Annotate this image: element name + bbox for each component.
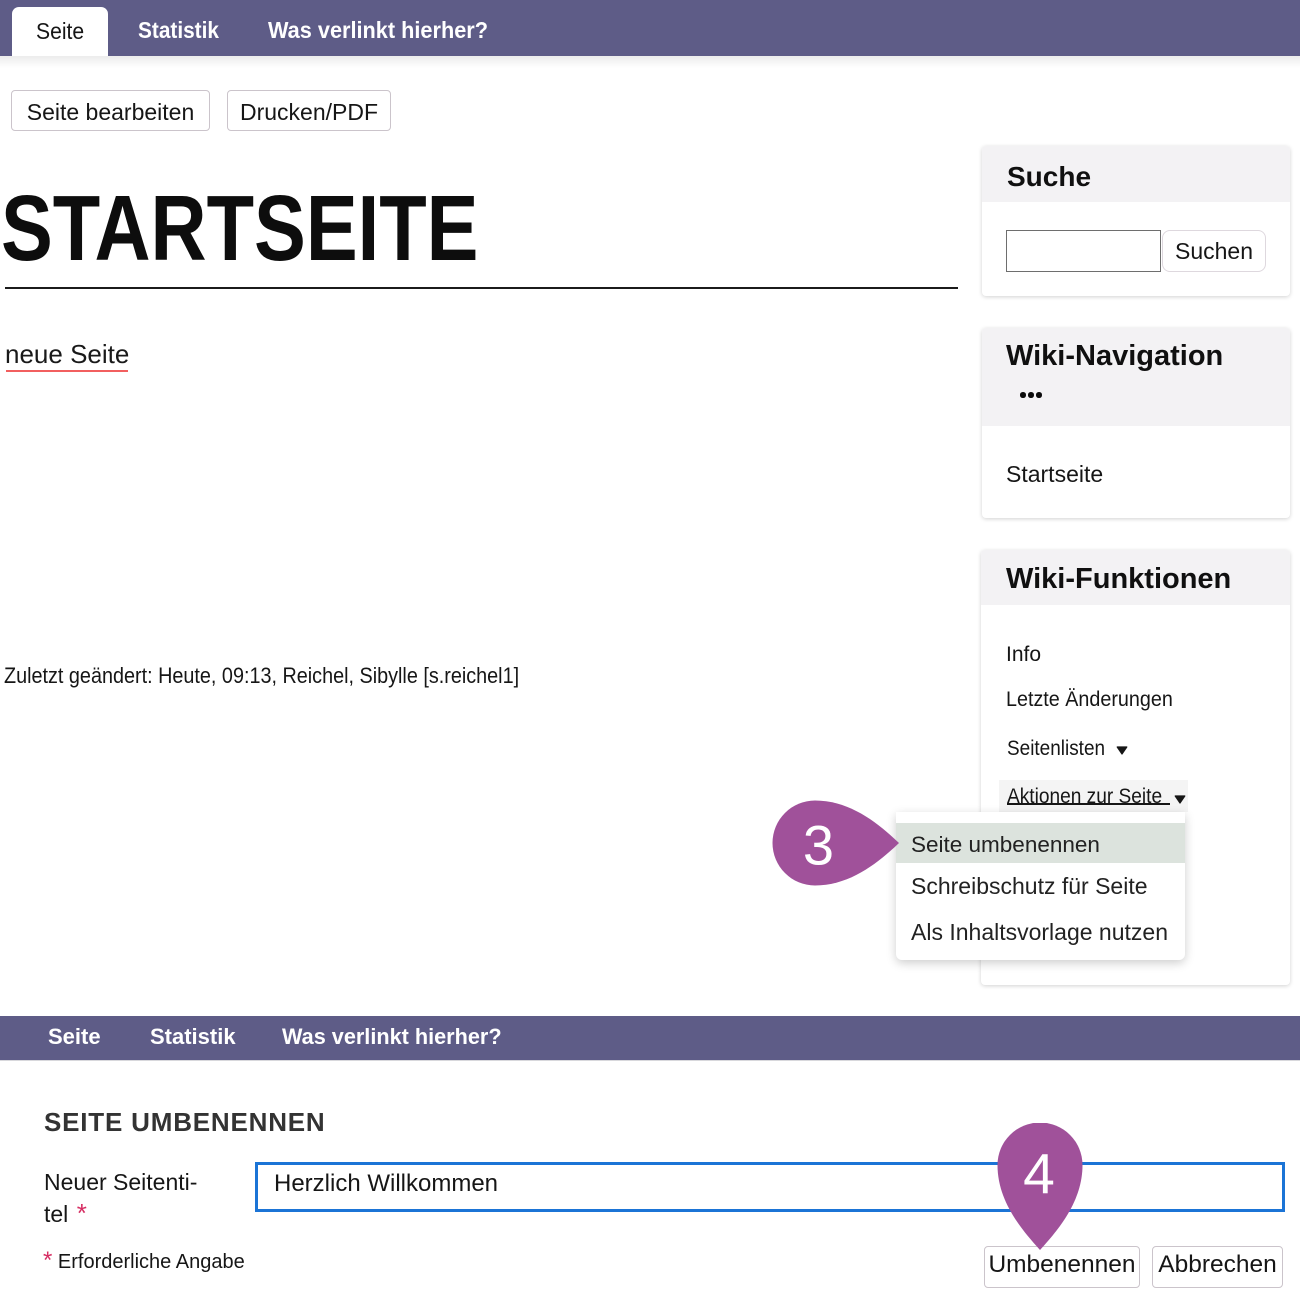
svg-text:4: 4	[1023, 1143, 1055, 1207]
svg-text:3: 3	[803, 814, 834, 877]
